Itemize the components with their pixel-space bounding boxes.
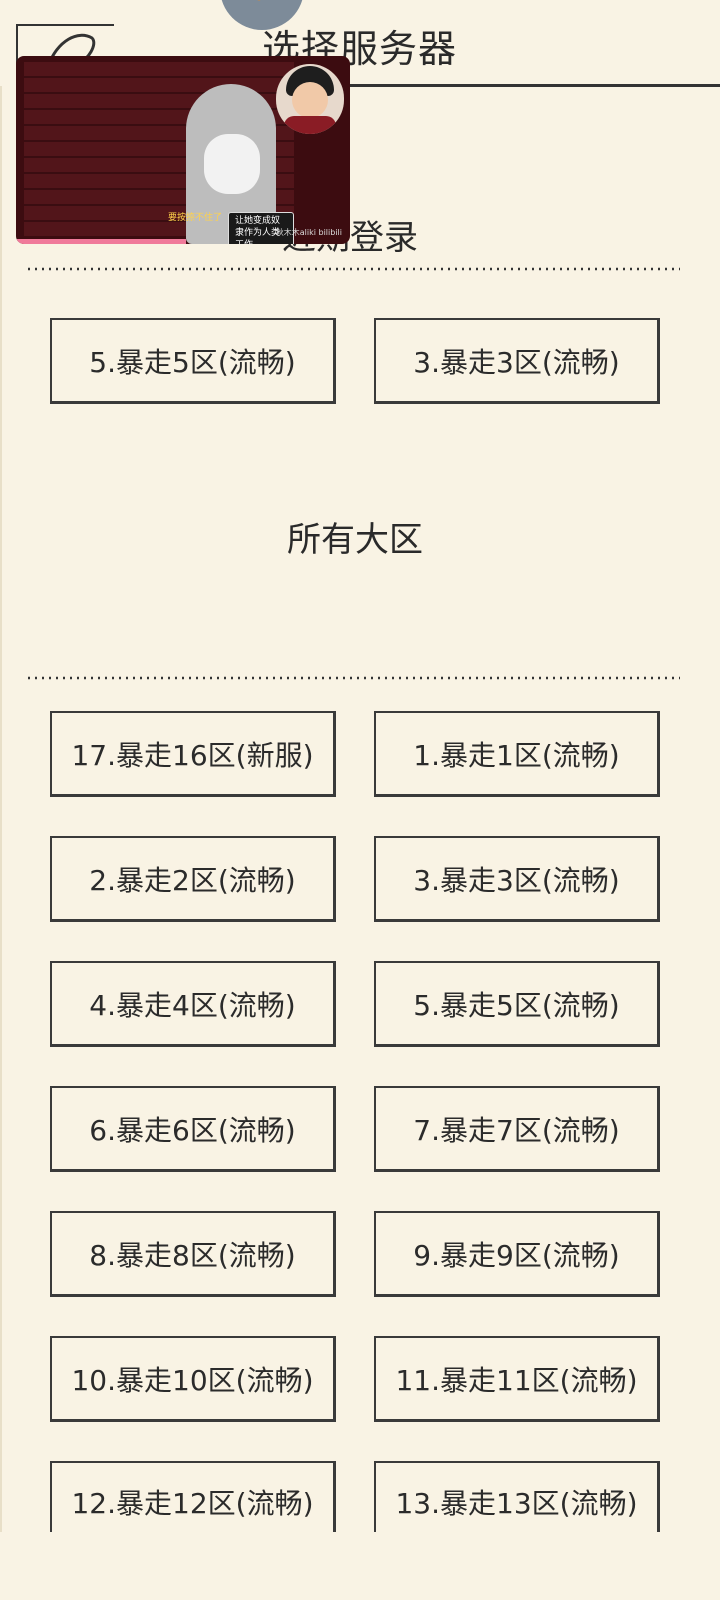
video-watermark: 秋木木aliki bilibili <box>275 228 342 237</box>
server-button[interactable]: 4.暴走4区(流畅) <box>50 961 336 1047</box>
title-underline <box>290 84 720 87</box>
video-progress-bar <box>16 239 186 244</box>
video-character-face <box>204 134 260 194</box>
server-button[interactable]: 1.暴走1区(流畅) <box>374 711 660 797</box>
recent-server-button[interactable]: 3.暴走3区(流畅) <box>374 318 660 404</box>
server-button[interactable]: 10.暴走10区(流畅) <box>50 1336 336 1422</box>
server-button[interactable]: 7.暴走7区(流畅) <box>374 1086 660 1172</box>
server-button[interactable]: 3.暴走3区(流畅) <box>374 836 660 922</box>
video-subtitle: 要按捺不住了 <box>168 213 223 223</box>
server-button[interactable]: 6.暴走6区(流畅) <box>50 1086 336 1172</box>
all-servers-heading: 所有大区 <box>287 520 423 560</box>
server-button[interactable]: 5.暴走5区(流畅) <box>374 961 660 1047</box>
divider <box>28 676 680 680</box>
server-button[interactable]: 2.暴走2区(流畅) <box>50 836 336 922</box>
server-button[interactable]: 13.暴走13区(流畅) <box>374 1461 660 1541</box>
video-streamer-avatar <box>276 64 344 134</box>
server-button[interactable]: 11.暴走11区(流畅) <box>374 1336 660 1422</box>
server-button[interactable]: 8.暴走8区(流畅) <box>50 1211 336 1297</box>
recent-server-button[interactable]: 5.暴走5区(流畅) <box>50 318 336 404</box>
floating-video-player[interactable]: 让她变成奴隶作为人类工作 要按捺不住了 秋木木aliki bilibili <box>16 56 350 244</box>
page-edge <box>0 86 2 1600</box>
divider <box>28 267 680 271</box>
server-button[interactable]: 17.暴走16区(新服) <box>50 711 336 797</box>
server-button[interactable]: 9.暴走9区(流畅) <box>374 1211 660 1297</box>
server-button[interactable]: 12.暴走12区(流畅) <box>50 1461 336 1541</box>
list-fade <box>0 1532 720 1600</box>
